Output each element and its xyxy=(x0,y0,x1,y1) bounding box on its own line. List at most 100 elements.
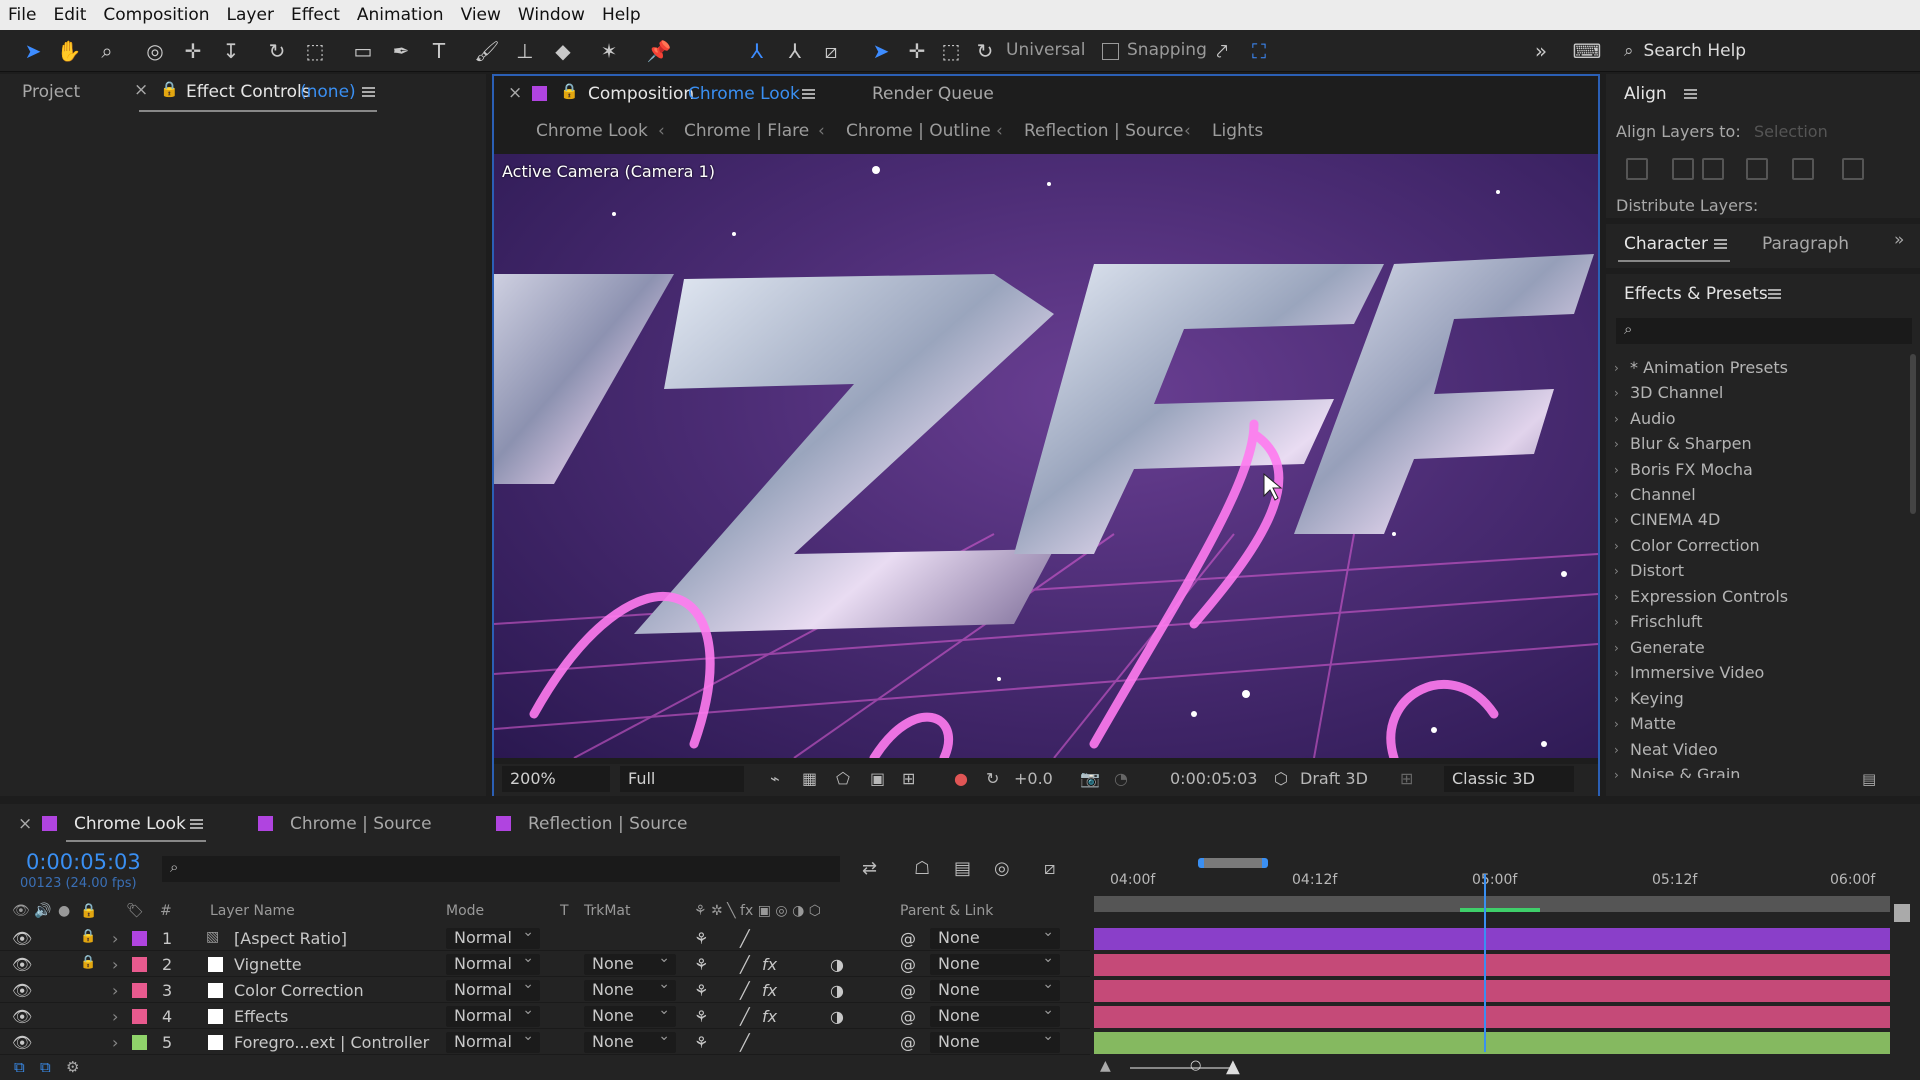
fx-switch-icon[interactable]: fx xyxy=(762,955,777,974)
panel-menu-icon[interactable] xyxy=(1714,239,1727,249)
timeline-tab[interactable]: Reflection | Source xyxy=(528,814,688,834)
fx-switch-icon[interactable]: fx xyxy=(762,981,777,1000)
list-item[interactable]: › Color Correction xyxy=(1606,536,1906,558)
renderer-dropdown[interactable]: Classic 3D xyxy=(1444,766,1574,792)
timeline-tab[interactable]: Chrome Look xyxy=(74,814,186,834)
frame-blending-icon[interactable]: ▤ xyxy=(954,858,971,879)
snapshot-icon[interactable]: 📷 xyxy=(1080,769,1100,788)
snapping-options-icon[interactable]: ⤤ xyxy=(1209,38,1235,64)
pick-whip-icon[interactable]: @ xyxy=(900,1007,916,1026)
viewer-timecode[interactable]: 0:00:05:03 xyxy=(1170,769,1257,788)
menu-composition[interactable]: Composition xyxy=(101,5,211,25)
clone-stamp-tool-icon[interactable]: ⊥ xyxy=(512,38,538,64)
list-item[interactable]: › Distort xyxy=(1606,561,1906,583)
orbit-camera-tool-icon[interactable]: ◎ xyxy=(142,38,168,64)
type-tool-icon[interactable]: T xyxy=(426,38,452,64)
pen-tool-icon[interactable]: ✒ xyxy=(388,38,414,64)
universal-select-icon[interactable]: ➤ xyxy=(868,38,894,64)
layer-duration-bar[interactable] xyxy=(1094,954,1890,976)
playhead[interactable] xyxy=(1484,874,1486,1052)
expand-arrow-icon[interactable]: › xyxy=(112,955,118,974)
lock-icon[interactable]: 🔒 xyxy=(80,955,96,970)
column-layer-name[interactable]: Layer Name xyxy=(210,903,295,919)
quality-switch-icon[interactable]: ╱ xyxy=(740,955,750,974)
effects-search-input[interactable]: ⌕ xyxy=(1616,318,1912,344)
pan-camera-tool-icon[interactable]: ✛ xyxy=(180,38,206,64)
shy-switch-icon[interactable]: ⚘ xyxy=(694,1033,708,1052)
close-icon[interactable]: × xyxy=(134,80,148,100)
zoom-tool-icon[interactable]: ⌕ xyxy=(94,38,120,64)
table-row[interactable]: 👁 🔒 › 2 Vignette Normal None ⚘ ╱ fx ◑ @ … xyxy=(0,950,1090,977)
list-item[interactable]: › Channel xyxy=(1606,485,1906,507)
align-top-icon[interactable] xyxy=(1746,158,1768,180)
lock-icon[interactable]: 🔒 xyxy=(560,82,579,100)
expand-arrow-icon[interactable]: › xyxy=(112,1007,118,1026)
layer-duration-bar[interactable] xyxy=(1094,1032,1890,1054)
transparency-grid-icon[interactable]: ▦ xyxy=(802,769,817,788)
layer-duration-bar[interactable] xyxy=(1094,980,1890,1002)
breadcrumb-item[interactable]: Reflection | Source xyxy=(1024,121,1184,141)
breadcrumb-item[interactable]: Chrome Look xyxy=(536,121,648,141)
shy-switch-icon[interactable]: ⚘ xyxy=(694,955,708,974)
region-of-interest-icon[interactable]: ▣ xyxy=(870,769,885,788)
zoom-slider[interactable] xyxy=(1130,1067,1230,1069)
snap-target-icon[interactable]: ⛶ xyxy=(1246,38,1272,64)
list-item[interactable]: › * Animation Presets xyxy=(1606,358,1906,380)
show-snapshot-icon[interactable]: ◔ xyxy=(1114,769,1128,788)
parent-dropdown[interactable]: None xyxy=(930,1002,1060,1027)
align-left-icon[interactable] xyxy=(1626,158,1648,180)
expand-arrow-icon[interactable]: › xyxy=(112,981,118,1000)
exposure-value[interactable]: +0.0 xyxy=(1014,769,1053,788)
fx-switch-icon[interactable]: fx xyxy=(762,1007,777,1026)
table-row[interactable]: 👁 › 4 Effects Normal None ⚘ ╱ fx ◑ @ Non… xyxy=(0,1002,1090,1029)
puppet-pin-tool-icon[interactable]: 📌 xyxy=(646,38,672,64)
list-item[interactable]: › 3D Channel xyxy=(1606,383,1906,405)
parent-dropdown[interactable]: None xyxy=(930,924,1060,949)
search-help-field[interactable]: ⌕ Search Help xyxy=(1624,36,1914,66)
workspace-icon[interactable]: ⌨ xyxy=(1573,38,1602,64)
view-axis-mode-icon[interactable]: ⧄ xyxy=(818,38,844,64)
motion-blur-icon[interactable]: ◎ xyxy=(994,858,1010,879)
list-item[interactable]: › Noise & Grain xyxy=(1606,765,1906,778)
selection-tool-icon[interactable]: ➤ xyxy=(20,38,46,64)
effects-scrollbar[interactable] xyxy=(1910,354,1916,514)
fast-preview-icon[interactable]: ⌁ xyxy=(770,769,780,788)
brush-tool-icon[interactable]: 🖌 xyxy=(474,38,500,64)
eye-icon[interactable]: 👁 xyxy=(12,929,32,948)
breadcrumb-item[interactable]: Lights xyxy=(1212,121,1263,141)
parent-dropdown[interactable]: None xyxy=(930,1028,1060,1053)
pick-whip-icon[interactable]: @ xyxy=(900,955,916,974)
menu-layer[interactable]: Layer xyxy=(225,5,276,25)
pick-whip-icon[interactable]: @ xyxy=(900,981,916,1000)
blend-mode-dropdown[interactable]: Normal xyxy=(446,1028,540,1053)
quality-switch-icon[interactable]: ╱ xyxy=(740,981,750,1000)
list-item[interactable]: › Keying xyxy=(1606,689,1906,711)
align-target-dropdown[interactable]: Selection xyxy=(1754,122,1828,141)
close-icon[interactable]: × xyxy=(18,814,32,834)
list-item[interactable]: › CINEMA 4D xyxy=(1606,510,1906,532)
expand-arrow-icon[interactable]: › xyxy=(112,929,118,948)
menu-animation[interactable]: Animation xyxy=(355,5,446,25)
resolution-dropdown[interactable]: Full xyxy=(620,766,744,792)
quality-switch-icon[interactable]: ╱ xyxy=(740,1033,750,1052)
adjustment-layer-icon[interactable]: ◑ xyxy=(830,955,844,974)
expand-panels-icon[interactable]: » xyxy=(1894,230,1904,250)
toggle-modes-icon[interactable]: ⧉ xyxy=(40,1058,51,1076)
menu-file[interactable]: File xyxy=(6,5,38,25)
layer-label-color[interactable] xyxy=(132,957,147,972)
layer-name[interactable]: Foregro...ext | Controller xyxy=(234,1033,429,1052)
pick-whip-icon[interactable]: @ xyxy=(900,929,916,948)
layer-duration-bar[interactable] xyxy=(1094,1006,1890,1028)
menu-window[interactable]: Window xyxy=(516,5,587,25)
comp-marker-bin-icon[interactable] xyxy=(1894,904,1910,922)
tab-character[interactable]: Character xyxy=(1624,234,1708,254)
layer-label-color[interactable] xyxy=(132,1009,147,1024)
menu-effect[interactable]: Effect xyxy=(289,5,342,25)
comp-mini-flowchart-icon[interactable]: ⇄ xyxy=(862,858,877,879)
local-axis-mode-icon[interactable]: ⅄ xyxy=(744,38,770,64)
rotate-gizmo-icon[interactable]: ↻ xyxy=(972,38,998,64)
menu-edit[interactable]: Edit xyxy=(51,5,88,25)
rectangle-tool-icon[interactable]: ▭ xyxy=(350,38,376,64)
blend-mode-dropdown[interactable]: Normal xyxy=(446,924,540,949)
layer-name[interactable]: Vignette xyxy=(234,955,302,974)
